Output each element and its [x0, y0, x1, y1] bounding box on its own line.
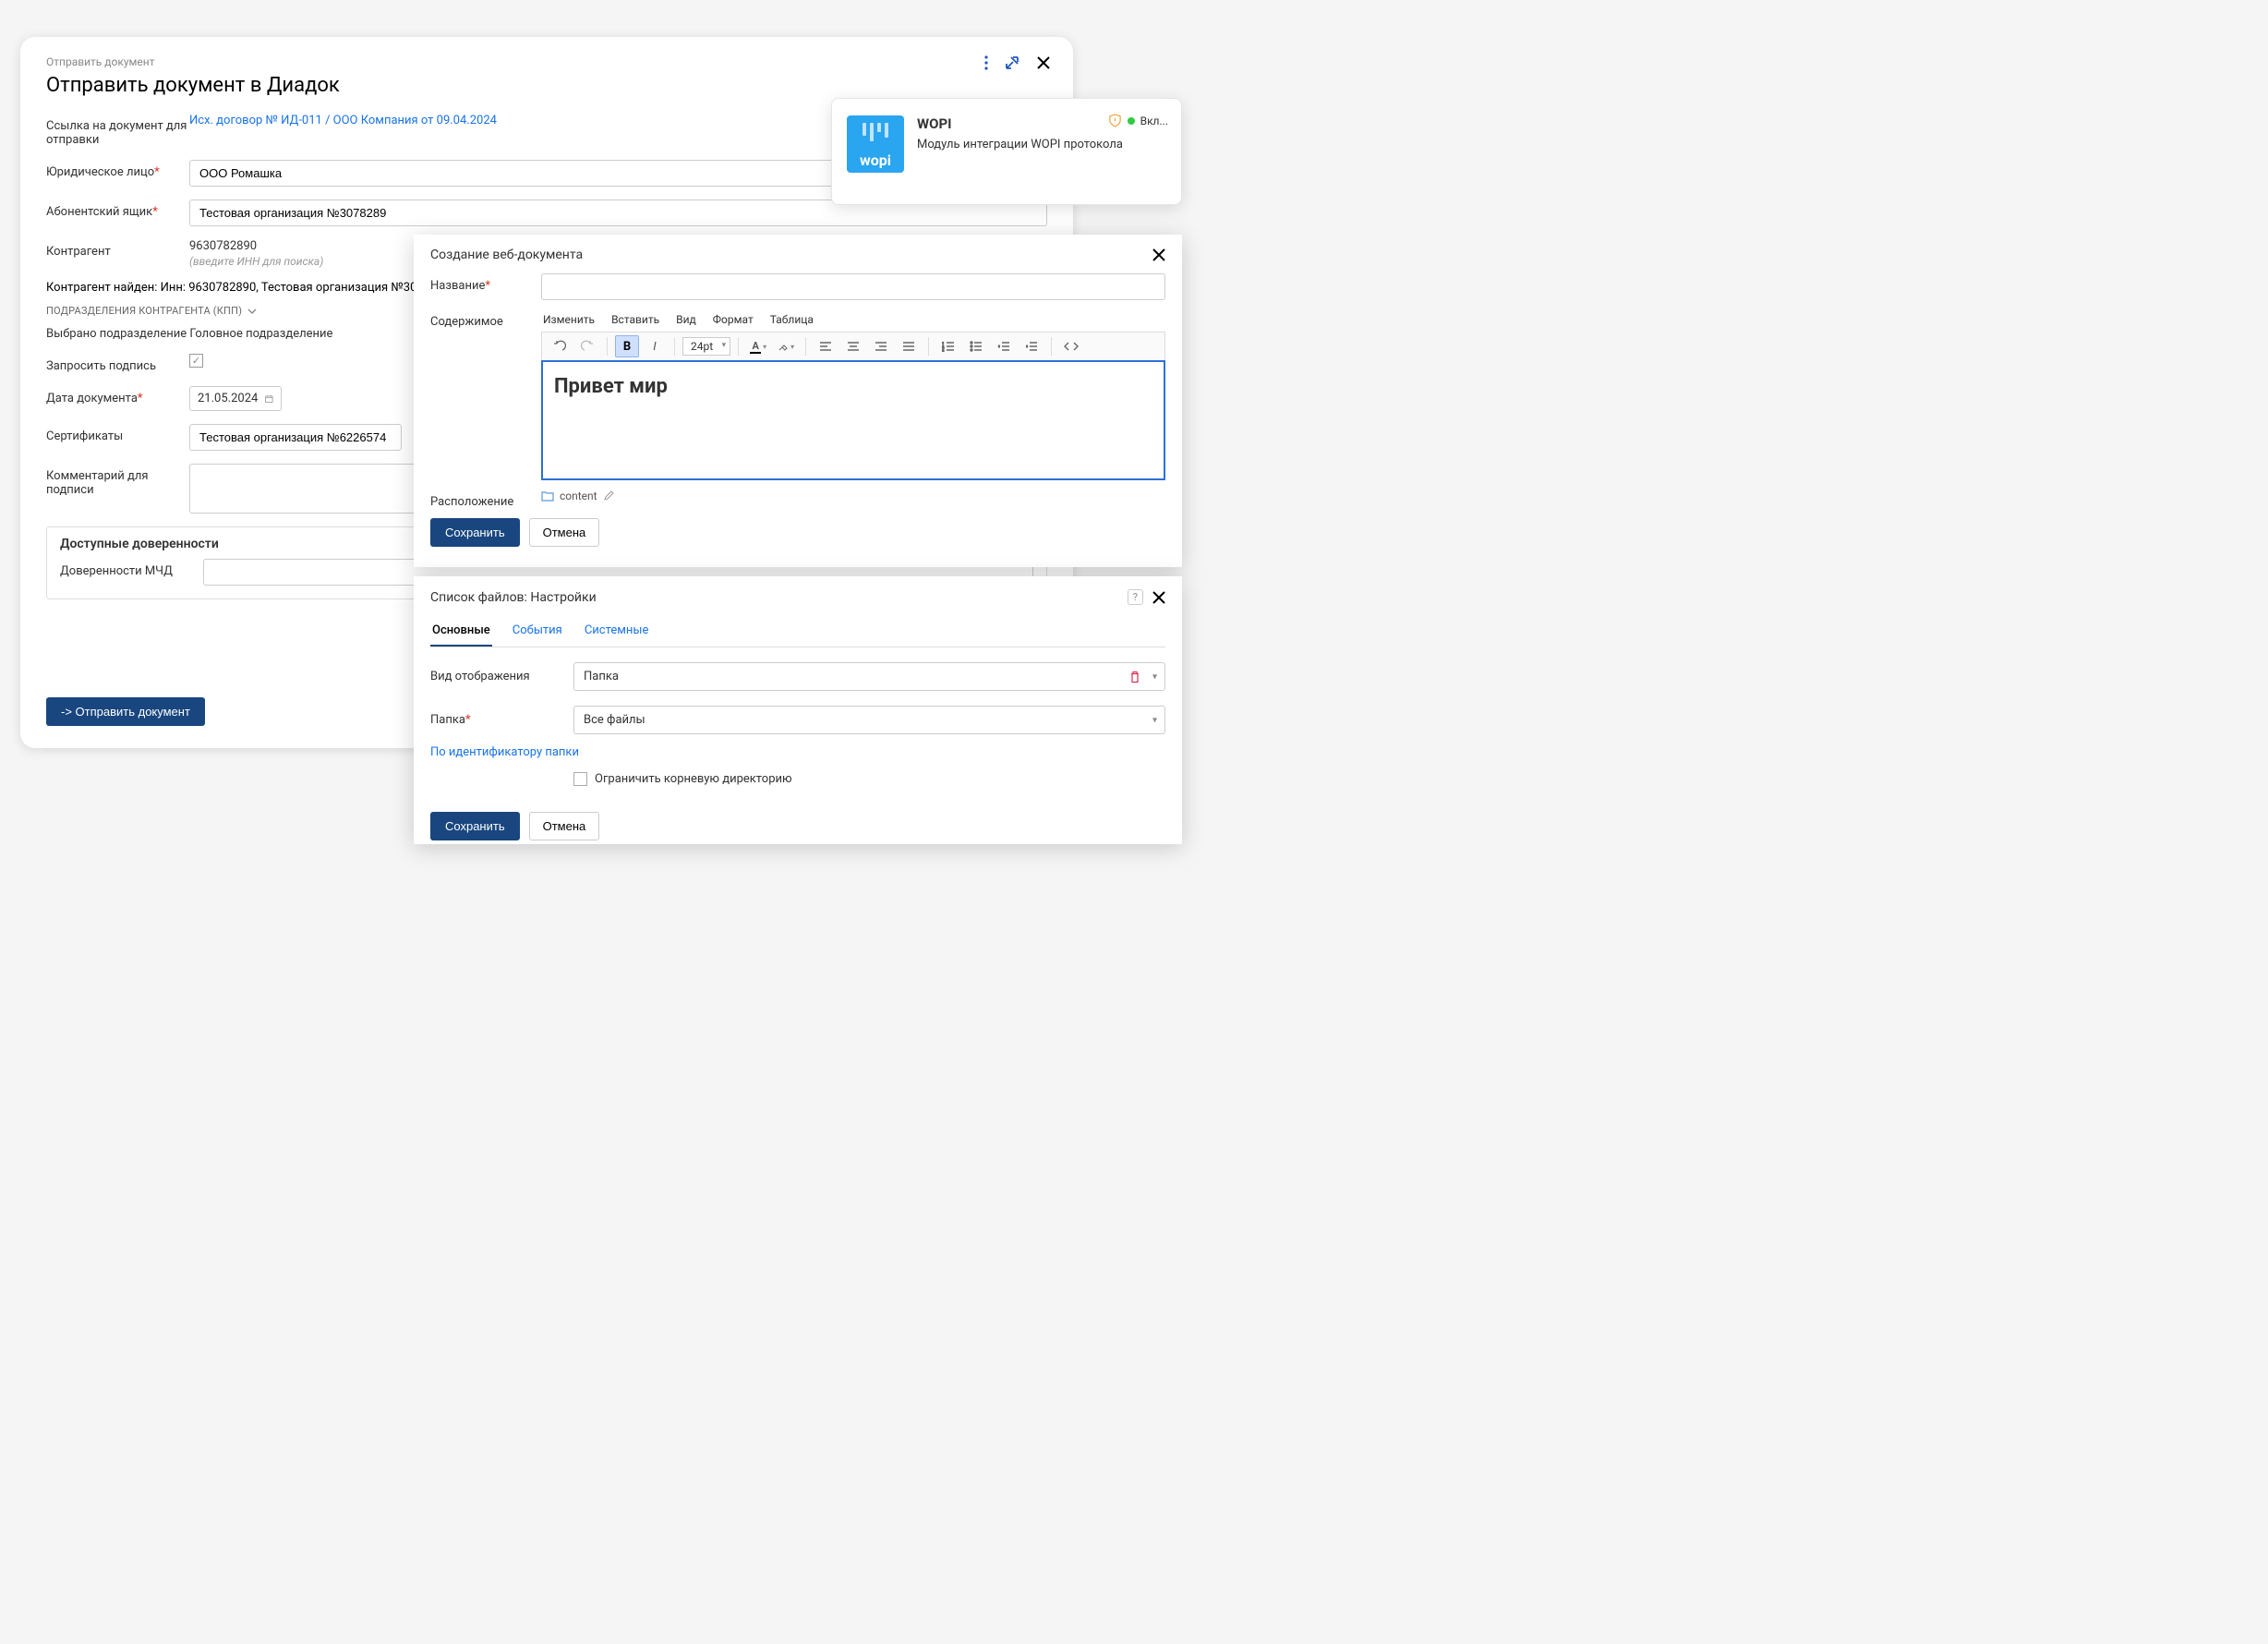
- doc-date-label: Дата документа: [46, 392, 138, 405]
- chevron-down-icon: ▾: [1152, 715, 1157, 725]
- doc-link[interactable]: Исх. договор № ИД-011 / ООО Компания от …: [189, 114, 497, 127]
- box-label: Абонентский ящик: [46, 205, 152, 219]
- files-cancel-button[interactable]: Отмена: [529, 812, 600, 840]
- folder-select[interactable]: Все файлы ▾: [573, 706, 1165, 734]
- webdoc-save-button[interactable]: Сохранить: [430, 518, 520, 547]
- chevron-down-icon: [247, 307, 257, 316]
- files-title: Список файлов: Настройки: [430, 590, 597, 605]
- undo-icon[interactable]: [548, 335, 572, 357]
- wopi-desc: Модуль интеграции WOPI протокола: [917, 138, 1123, 151]
- tabs: Основные События Системные: [430, 616, 1165, 647]
- menu-format[interactable]: Формат: [713, 313, 754, 326]
- files-settings-panel: Список файлов: Настройки ? Основные Собы…: [414, 576, 1182, 844]
- subdivisions-toggle[interactable]: ПОДРАЗДЕЛЕНИЯ КОНТРАГЕНТА (КПП): [46, 305, 257, 317]
- shield-icon: [1108, 114, 1122, 127]
- wopi-status-text: Вкл...: [1140, 115, 1168, 127]
- webdoc-name-input[interactable]: [541, 273, 1165, 300]
- bold-icon[interactable]: B: [615, 335, 639, 357]
- wopi-title: WOPI: [917, 115, 1123, 132]
- help-icon[interactable]: ?: [1128, 589, 1143, 605]
- certs-label: Сертификаты: [46, 424, 189, 443]
- close-icon[interactable]: [1152, 248, 1165, 261]
- location-value: content: [560, 490, 597, 502]
- redo-icon[interactable]: [575, 335, 599, 357]
- request-sign-checkbox[interactable]: ✓: [189, 354, 203, 368]
- page-title: Отправить документ в Диадок: [46, 74, 1047, 97]
- tab-main[interactable]: Основные: [430, 616, 492, 647]
- view-label: Вид отображения: [430, 670, 573, 683]
- webdoc-cancel-button[interactable]: Отмена: [529, 518, 600, 547]
- editor-content: Привет мир: [554, 375, 1152, 398]
- highlight-icon[interactable]: ▾: [774, 335, 798, 357]
- text-color-icon[interactable]: A▾: [746, 335, 770, 357]
- code-icon[interactable]: [1059, 335, 1083, 357]
- webdoc-location-label: Расположение: [430, 490, 541, 509]
- editor-toolbar: B I 24pt▾ A▾ ▾ 123: [541, 332, 1165, 360]
- menu-table[interactable]: Таблица: [770, 313, 814, 326]
- list-bullet-icon[interactable]: [964, 335, 988, 357]
- certs-input[interactable]: [189, 424, 402, 451]
- limit-root-checkbox[interactable]: [573, 772, 587, 786]
- folder-label: Папка: [430, 713, 465, 727]
- close-icon[interactable]: [1036, 55, 1051, 70]
- status-dot: [1128, 117, 1135, 125]
- list-ordered-icon[interactable]: 123: [936, 335, 960, 357]
- close-icon[interactable]: [1152, 591, 1165, 604]
- breadcrumb: Отправить документ: [46, 55, 1047, 68]
- webdoc-content-label: Содержимое: [430, 309, 541, 329]
- align-center-icon[interactable]: [841, 335, 865, 357]
- svg-text:3: 3: [942, 348, 944, 352]
- webdoc-title: Создание веб-документа: [430, 248, 583, 262]
- menu-edit[interactable]: Изменить: [543, 313, 595, 326]
- tab-system[interactable]: Системные: [583, 616, 651, 647]
- indent-icon[interactable]: [1019, 335, 1044, 357]
- webdoc-name-label: Название: [430, 279, 485, 293]
- align-left-icon[interactable]: [814, 335, 838, 357]
- webdoc-panel: Создание веб-документа Название* Содержи…: [414, 235, 1182, 567]
- folder-icon: [541, 490, 554, 502]
- comment-label: Комментарий для подписи: [46, 464, 189, 497]
- doc-link-label: Ссылка на документ для отправки: [46, 114, 189, 147]
- files-save-button[interactable]: Сохранить: [430, 812, 520, 840]
- limit-root-label: Ограничить корневую директорию: [595, 772, 792, 786]
- editor-menu: Изменить Вставить Вид Формат Таблица: [541, 309, 1165, 332]
- wopi-card[interactable]: wopi WOPI Модуль интеграции WOPI протоко…: [831, 98, 1182, 205]
- send-document-button[interactable]: -> Отправить документ: [46, 697, 205, 726]
- counterparty-label: Контрагент: [46, 239, 189, 259]
- outdent-icon[interactable]: [992, 335, 1016, 357]
- request-sign-label: Запросить подпись: [46, 354, 189, 373]
- more-icon[interactable]: [984, 55, 988, 70]
- legal-label: Юридическое лицо: [46, 165, 154, 179]
- tab-events[interactable]: События: [511, 616, 564, 647]
- editor-textarea[interactable]: Привет мир: [541, 360, 1165, 480]
- calendar-icon: [265, 393, 273, 405]
- expand-icon[interactable]: [1005, 55, 1019, 70]
- wopi-logo: wopi: [847, 115, 904, 173]
- menu-view[interactable]: Вид: [676, 313, 696, 326]
- view-select[interactable]: Папка ▾: [573, 662, 1165, 691]
- align-right-icon[interactable]: [869, 335, 893, 357]
- italic-icon[interactable]: I: [643, 335, 667, 357]
- by-id-link[interactable]: По идентификатору папки: [430, 745, 579, 759]
- align-justify-icon[interactable]: [897, 335, 921, 357]
- edit-location-icon[interactable]: [603, 490, 614, 502]
- trusts-label: Доверенности МЧД: [60, 559, 203, 586]
- menu-insert[interactable]: Вставить: [611, 313, 659, 326]
- chevron-down-icon: ▾: [1152, 671, 1157, 682]
- trash-icon[interactable]: [1129, 671, 1140, 683]
- doc-date-input[interactable]: 21.05.2024: [189, 386, 282, 411]
- font-size-select[interactable]: 24pt▾: [682, 337, 730, 356]
